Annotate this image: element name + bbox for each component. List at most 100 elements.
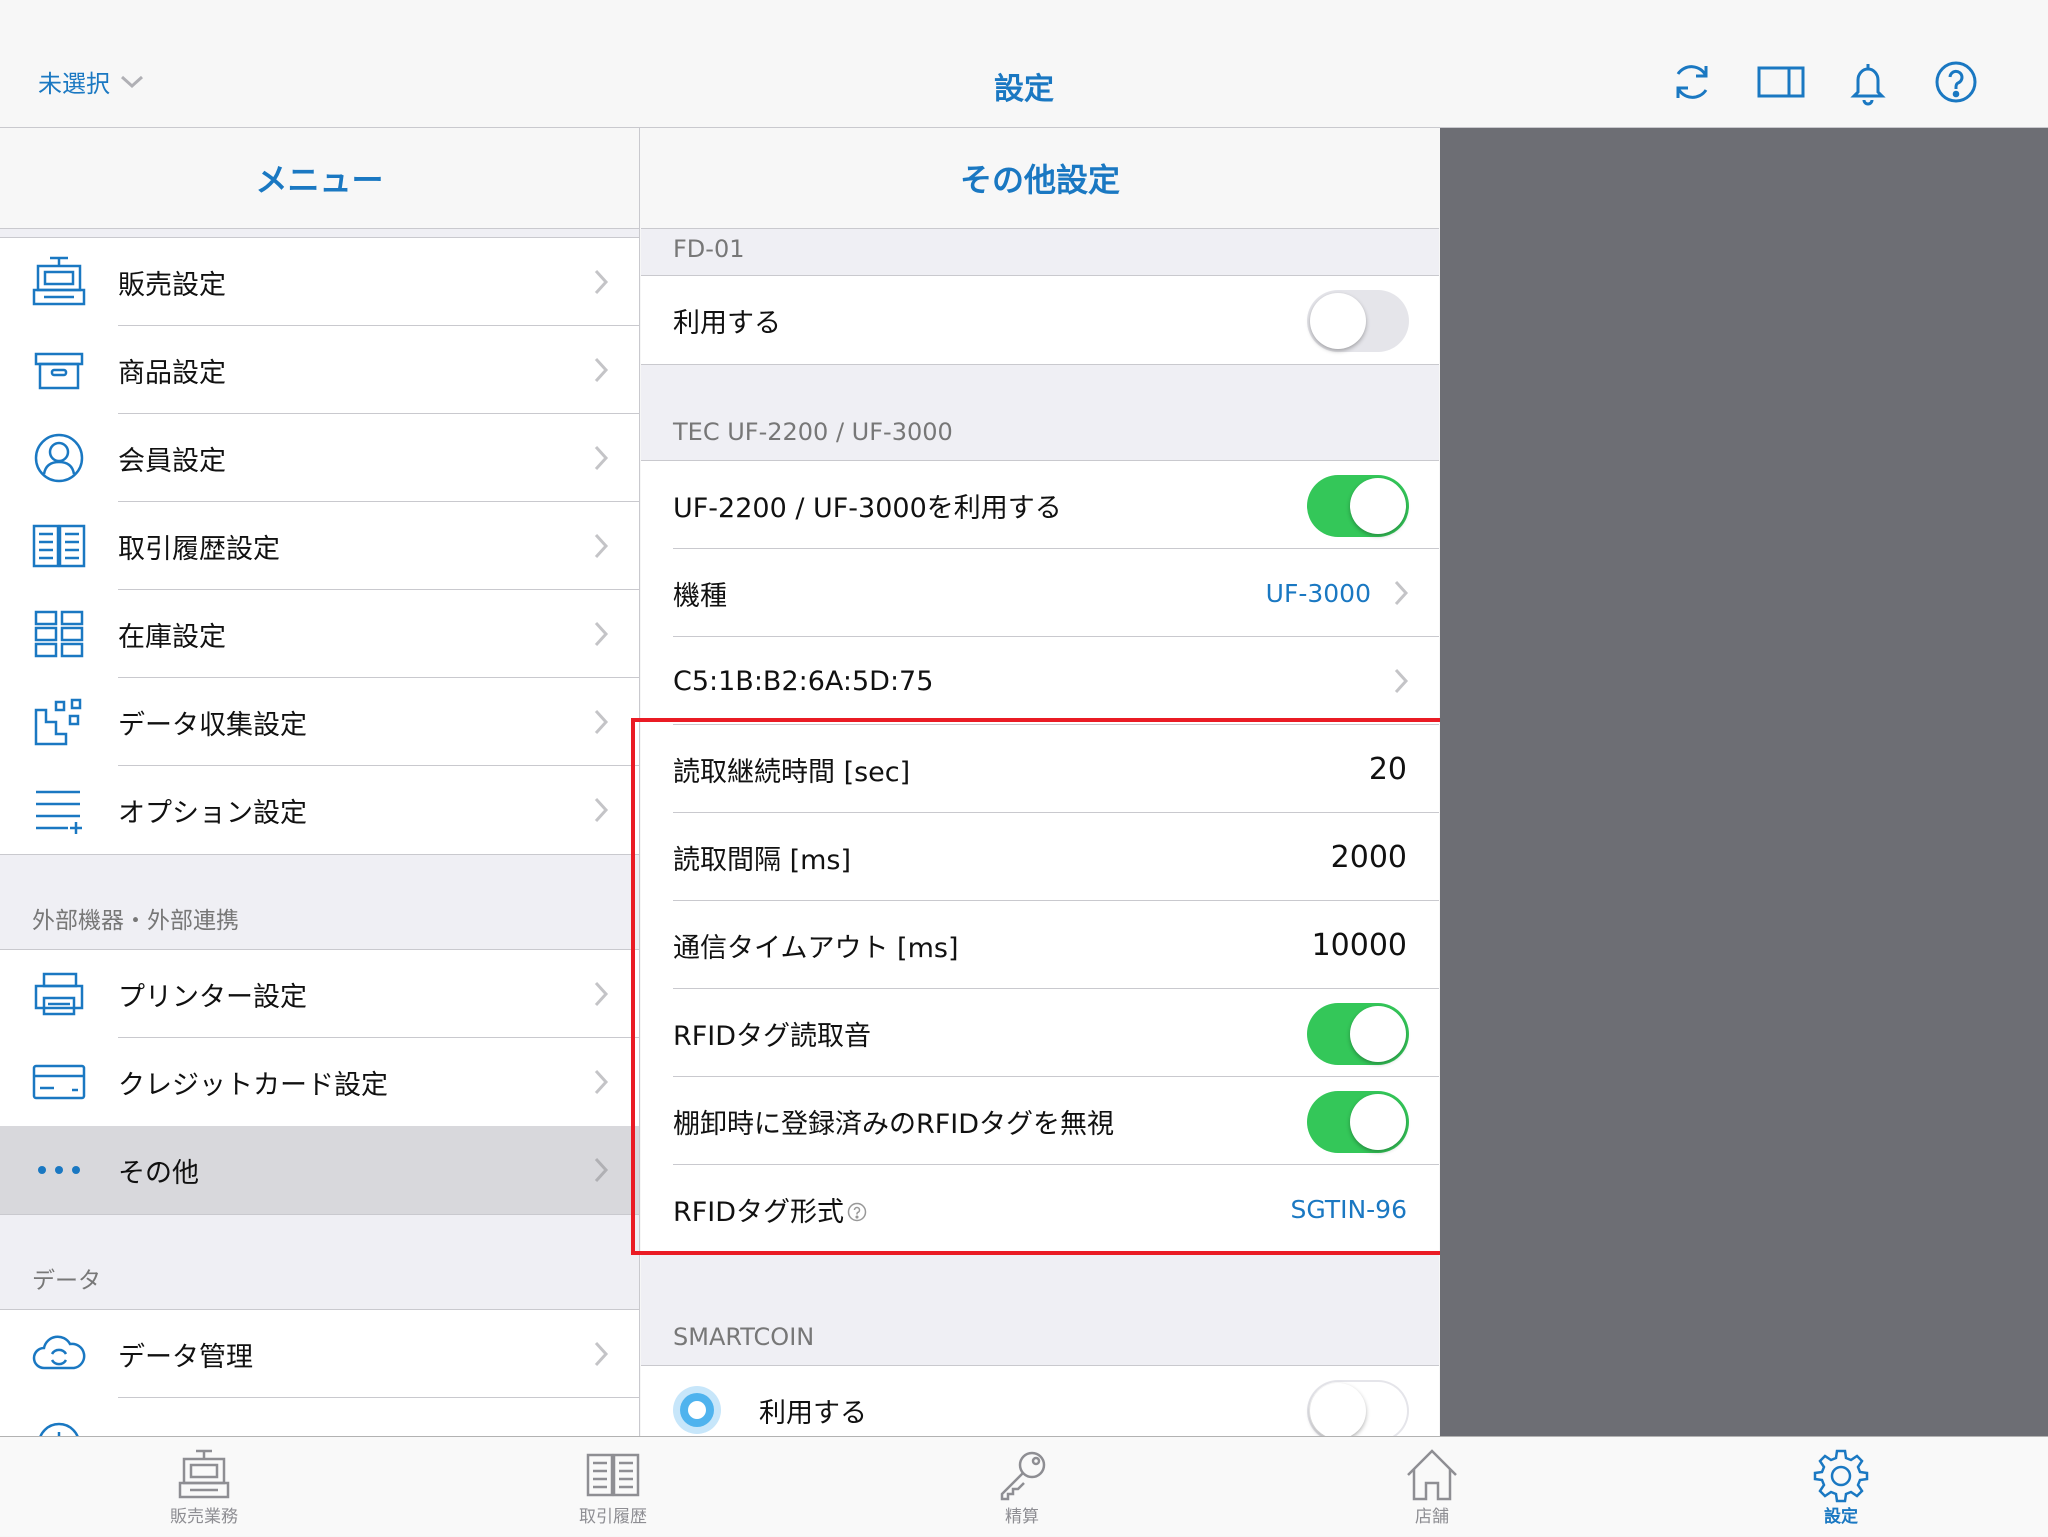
menu-item-label: オプション設定 (118, 797, 307, 829)
tec-use-toggle[interactable] (1307, 475, 1409, 537)
tec-device-row[interactable]: C5:1B:B2:6A:5D:75 (641, 637, 1439, 725)
shelves-icon (32, 608, 86, 660)
chevron-right-icon (593, 796, 609, 824)
clock-icon (32, 1416, 86, 1436)
question-icon[interactable] (846, 1201, 868, 1223)
key-icon (994, 1447, 1050, 1503)
menu-item-credit-card-settings[interactable]: クレジットカード設定 (0, 1038, 639, 1126)
chevron-right-icon (1393, 667, 1409, 695)
menu-item-data-collection-settings[interactable]: データ収集設定 (0, 678, 639, 766)
settings-column: その他設定 FD-01 利用する TEC UF-2200 / UF-3000 U… (641, 128, 1439, 1436)
menu-item-label: 販売設定 (118, 269, 226, 301)
read-interval-row[interactable]: 読取間隔 [ms] 2000 (641, 813, 1439, 901)
menu-item-product-settings[interactable]: 商品設定 (0, 326, 639, 414)
house-icon (1404, 1447, 1460, 1503)
menu-item-data-management[interactable]: データ管理 (0, 1310, 639, 1398)
tec-mac-address: C5:1B:B2:6A:5D:75 (673, 665, 934, 697)
chevron-right-icon (593, 532, 609, 560)
cloud-sync-icon (32, 1328, 86, 1380)
section-label-data: データ (32, 1268, 101, 1294)
chevron-right-icon (593, 356, 609, 384)
tab-label: 設定 (1824, 1507, 1858, 1527)
read-interval-value[interactable]: 2000 (1331, 840, 1407, 875)
data-collection-icon (32, 696, 86, 748)
tab-transaction-history[interactable]: 取引履歴 (513, 1437, 713, 1537)
register-icon (176, 1447, 232, 1503)
bell-icon[interactable] (1844, 58, 1892, 106)
menu-item-printer-settings[interactable]: プリンター設定 (0, 950, 639, 1038)
fd01-group: 利用する (641, 275, 1439, 365)
tab-settings[interactable]: 設定 (1741, 1437, 1941, 1537)
ignore-registered-row: 棚卸時に登録済みのRFIDタグを無視 (641, 1077, 1439, 1165)
rfid-format-row[interactable]: RFIDタグ形式 SGTIN-96 (641, 1165, 1439, 1253)
chevron-right-icon (593, 620, 609, 648)
tec-model-row[interactable]: 機種 UF-3000 (641, 549, 1439, 637)
book-icon (585, 1447, 641, 1503)
chevron-right-icon (593, 980, 609, 1008)
menu-header: メニュー (0, 128, 639, 229)
tab-label: 精算 (1005, 1507, 1039, 1527)
navigation-bar: 未選択 設定 (0, 0, 2048, 128)
section-label-smartcoin: SMARTCOIN (673, 1323, 815, 1351)
credit-card-icon (32, 1056, 86, 1108)
rfid-sound-toggle[interactable] (1307, 1003, 1409, 1065)
chevron-right-icon (593, 1340, 609, 1368)
tab-bar: 販売業務 取引履歴 精算 店舗 設定 (0, 1436, 2048, 1536)
read-duration-row[interactable]: 読取継続時間 [sec] 20 (641, 725, 1439, 813)
list-plus-icon (32, 784, 86, 836)
menu-item-member-settings[interactable]: 会員設定 (0, 414, 639, 502)
ignore-registered-toggle[interactable] (1307, 1091, 1409, 1153)
rfid-sound-label: RFIDタグ読取音 (673, 1020, 872, 1052)
read-duration-value[interactable]: 20 (1369, 752, 1407, 787)
menu-item-partial-hidden[interactable] (0, 1398, 639, 1436)
tab-label: 販売業務 (170, 1507, 238, 1527)
chevron-right-icon (1393, 579, 1409, 607)
smartcoin-use-label: 利用する (759, 1397, 867, 1429)
smartcoin-use-toggle[interactable] (1307, 1380, 1409, 1436)
register-icon (32, 256, 86, 308)
ignore-registered-label: 棚卸時に登録済みのRFIDタグを無視 (673, 1108, 1115, 1140)
box-icon (32, 344, 86, 396)
section-label-external: 外部機器・外部連携 (32, 908, 239, 934)
timeout-row[interactable]: 通信タイムアウト [ms] 10000 (641, 901, 1439, 989)
timeout-label: 通信タイムアウト [ms] (673, 932, 959, 964)
refresh-icon[interactable] (1668, 58, 1716, 106)
rfid-format-value: SGTIN-96 (1290, 1194, 1407, 1224)
printer-icon (32, 968, 86, 1020)
timeout-value[interactable]: 10000 (1312, 928, 1407, 963)
tab-label: 取引履歴 (579, 1507, 647, 1527)
menu-external-group: プリンター設定 クレジットカード設定 その他 (0, 949, 639, 1215)
menu-item-label: プリンター設定 (118, 981, 307, 1013)
tab-sales[interactable]: 販売業務 (104, 1437, 304, 1537)
fd01-use-label: 利用する (673, 307, 781, 339)
smartcoin-use-row: 利用する (641, 1366, 1439, 1436)
rfid-sound-row: RFIDタグ読取音 (641, 989, 1439, 1077)
chevron-right-icon (593, 268, 609, 296)
help-icon[interactable] (1932, 58, 1980, 106)
menu-item-sales-settings[interactable]: 販売設定 (0, 238, 639, 326)
section-label-fd01: FD-01 (673, 235, 745, 263)
settings-header: その他設定 (641, 128, 1439, 229)
tec-use-row: UF-2200 / UF-3000を利用する (641, 461, 1439, 549)
book-icon (32, 520, 86, 572)
section-label-tec: TEC UF-2200 / UF-3000 (673, 418, 953, 446)
tab-store[interactable]: 店舗 (1332, 1437, 1532, 1537)
tab-settlement[interactable]: 精算 (922, 1437, 1122, 1537)
fd01-use-toggle[interactable] (1307, 290, 1409, 352)
menu-item-label: クレジットカード設定 (118, 1069, 388, 1101)
menu-item-label: データ収集設定 (118, 709, 307, 741)
tec-model-value: UF-3000 (1265, 578, 1371, 608)
more-dots-icon (32, 1144, 86, 1196)
chevron-right-icon (593, 444, 609, 472)
menu-item-option-settings[interactable]: オプション設定 (0, 766, 639, 854)
tec-group: UF-2200 / UF-3000を利用する 機種 UF-3000 C5:1B:… (641, 460, 1439, 1254)
menu-item-transaction-history-settings[interactable]: 取引履歴設定 (0, 502, 639, 590)
smartcoin-logo-icon (671, 1384, 723, 1436)
chevron-right-icon (593, 1068, 609, 1096)
chevron-right-icon (593, 1156, 609, 1184)
menu-item-inventory-settings[interactable]: 在庫設定 (0, 590, 639, 678)
split-view-icon[interactable] (1756, 58, 1806, 106)
menu-item-other[interactable]: その他 (0, 1126, 639, 1214)
rfid-format-label: RFIDタグ形式 (673, 1196, 845, 1228)
menu-data-group: データ管理 (0, 1309, 639, 1436)
